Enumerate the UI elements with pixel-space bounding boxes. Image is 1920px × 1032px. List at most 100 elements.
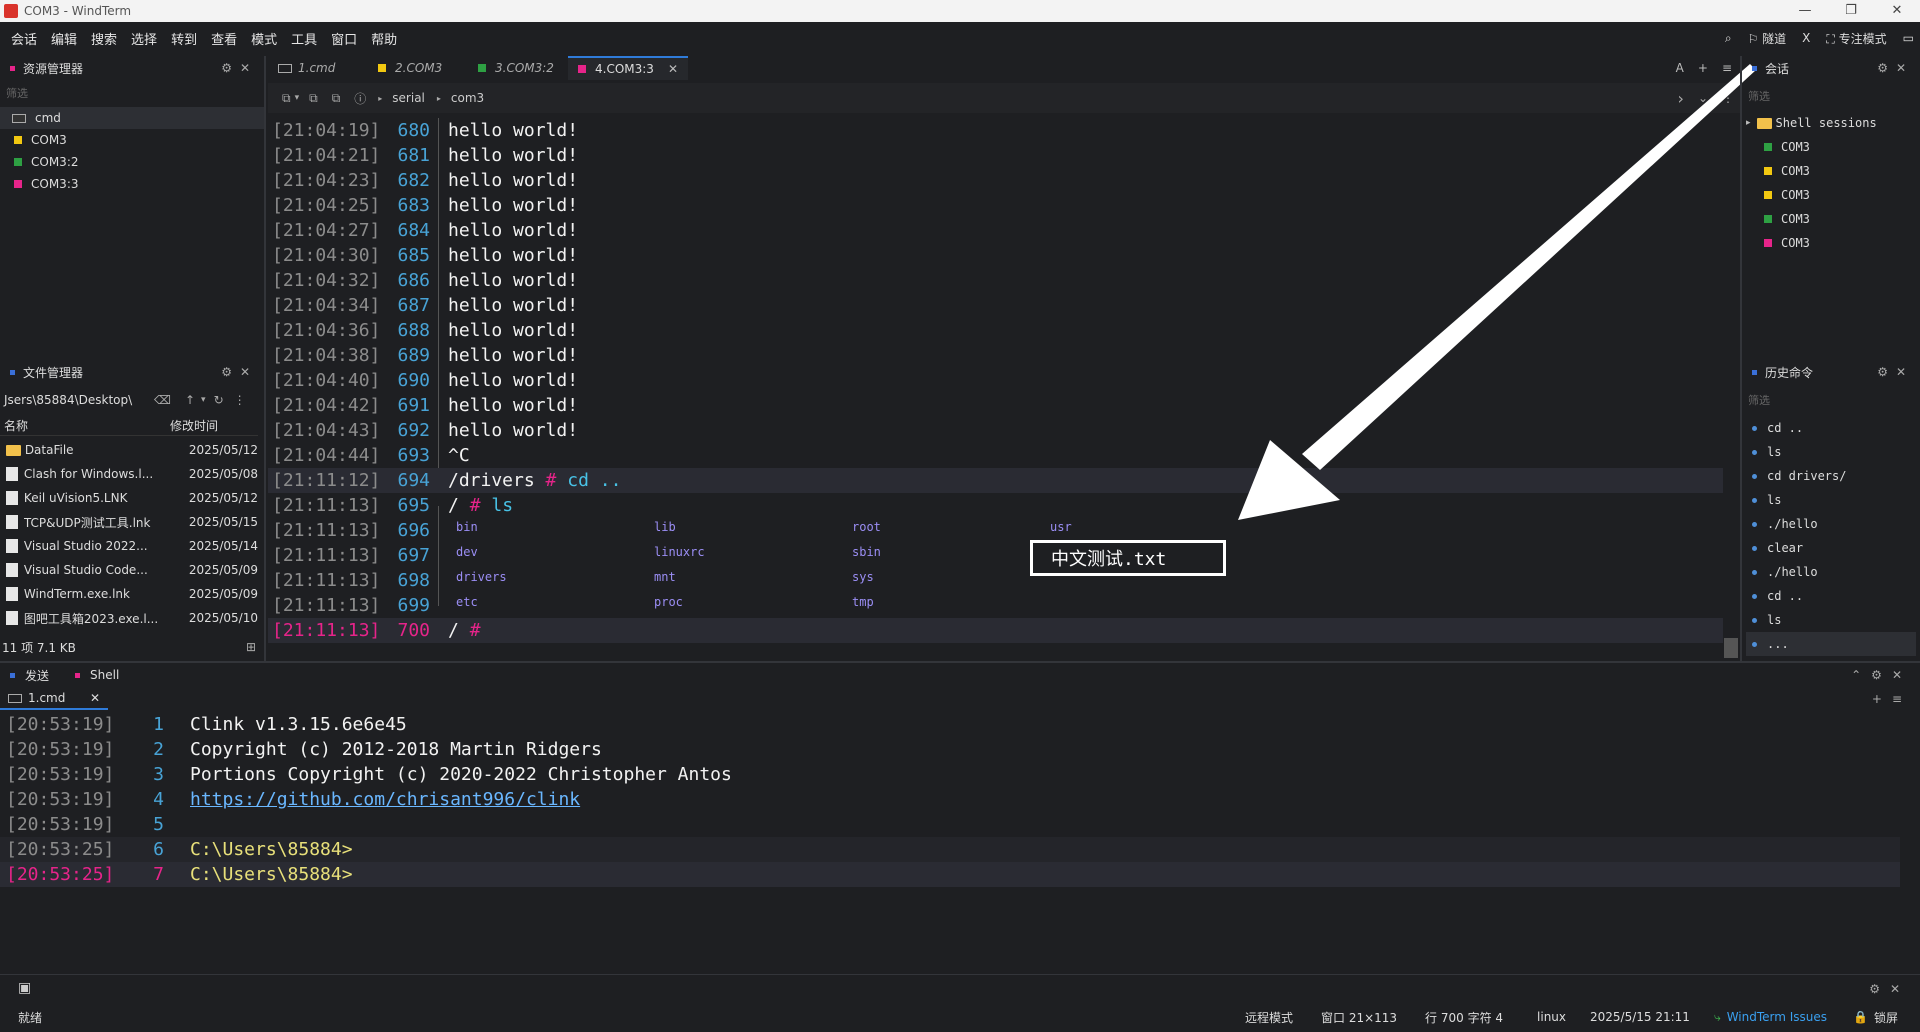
tab-send[interactable]: 发送 xyxy=(25,667,49,684)
send-panel-controls[interactable]: ⚙✕ xyxy=(1869,982,1910,996)
tunnel-button[interactable]: ⚐ 隧道 xyxy=(1748,30,1787,47)
history-item[interactable]: ls xyxy=(1746,608,1916,632)
menu-window[interactable]: 窗口 xyxy=(324,29,364,48)
menu-select[interactable]: 选择 xyxy=(124,29,164,48)
tab-shell[interactable]: Shell xyxy=(90,668,119,682)
history-item[interactable]: cd drivers/ xyxy=(1746,464,1916,488)
history-controls[interactable]: ⚙✕ xyxy=(1877,365,1914,379)
column-name[interactable]: 名称 xyxy=(0,417,170,434)
status-os: linux xyxy=(1537,1010,1567,1024)
tab-4-com3-3[interactable]: 4.COM3:3 ✕ xyxy=(568,56,688,80)
tab-3-com3-2[interactable]: 3.COM3:2 xyxy=(468,56,568,80)
right-divider[interactable] xyxy=(1740,56,1742,662)
menu-tools[interactable]: 工具 xyxy=(284,29,324,48)
shell-tab-controls[interactable]: +≡ xyxy=(1872,692,1912,706)
windterm-issues-link[interactable]: WindTerm Issues xyxy=(1727,1010,1827,1024)
ls-entry: etc xyxy=(456,595,478,609)
close-icon[interactable]: ✕ xyxy=(668,62,678,76)
history-item[interactable]: ls xyxy=(1746,440,1916,464)
session-item[interactable]: COM3 xyxy=(1764,232,1810,254)
shell-line: [20:53:19] 4 https://github.com/chrisant99… xyxy=(6,789,581,810)
file-row[interactable]: TCP&UDP测试工具.lnk 2025/05/15 xyxy=(0,510,258,534)
filemgr-controls[interactable]: ⚙✕ xyxy=(221,365,258,379)
file-row[interactable]: 图吧工具箱2023.exe.l... 2025/05/10 xyxy=(0,606,258,630)
chevron-right-icon: ▸ xyxy=(1746,118,1751,128)
close-button[interactable]: ✕ xyxy=(1874,0,1920,22)
history-item[interactable]: ./hello xyxy=(1746,512,1916,536)
shell-subtab[interactable]: 1.cmd ✕ xyxy=(0,688,108,710)
file-row[interactable]: Keil uVision5.LNK 2025/05/12 xyxy=(0,486,258,510)
left-divider[interactable] xyxy=(264,56,266,662)
menu-search[interactable]: 搜索 xyxy=(84,29,124,48)
history-item[interactable]: clear xyxy=(1746,536,1916,560)
dropdown-icon[interactable]: ▾ xyxy=(201,395,206,405)
scrollbar-thumb[interactable] xyxy=(1724,638,1738,658)
prompt-path: /drivers xyxy=(448,470,535,491)
search-icon[interactable]: ⌕ xyxy=(1725,31,1732,46)
focus-mode-button[interactable]: ⛶ 专注模式 xyxy=(1826,30,1886,47)
new-folder-icon[interactable]: ⊞ xyxy=(246,640,256,654)
ls-entry: sys xyxy=(852,570,874,584)
refresh-icon[interactable]: ↻ xyxy=(214,393,224,407)
path-segment-com3[interactable]: com3 xyxy=(451,91,484,105)
more-icon[interactable]: ⋮ xyxy=(234,393,246,407)
annotation-arrow xyxy=(1238,64,1756,520)
menu-mode[interactable]: 模式 xyxy=(244,29,284,48)
session-item[interactable]: COM3 xyxy=(1764,160,1810,182)
filemgr-path[interactable]: Jsers\85884\Desktop\ xyxy=(0,393,148,407)
session-group-shell[interactable]: ▸ Shell sessions xyxy=(1746,112,1877,134)
clear-path-icon[interactable]: ⌫ xyxy=(154,393,171,407)
history-item[interactable]: ls xyxy=(1746,488,1916,512)
tab-2-com3[interactable]: 2.COM3 xyxy=(368,56,468,80)
maximize-button[interactable]: ❐ xyxy=(1828,0,1874,22)
minimize-button[interactable]: — xyxy=(1782,0,1828,22)
history-item[interactable]: ... xyxy=(1746,632,1916,656)
file-row[interactable]: Clash for Windows.l... 2025/05/08 xyxy=(0,462,258,486)
close-icon[interactable]: ✕ xyxy=(90,691,100,705)
explorer-item-com3[interactable]: COM3 xyxy=(14,129,67,151)
shell-pane[interactable]: [20:53:19] 1 Clink v1.3.15.6e6e45 [20:53:1… xyxy=(0,712,1920,974)
send-panel-icon[interactable]: ▣ xyxy=(18,980,31,996)
history-item[interactable]: cd .. xyxy=(1746,584,1916,608)
history-item[interactable]: ./hello xyxy=(1746,560,1916,584)
path-segment-serial[interactable]: serial xyxy=(392,91,425,105)
column-time[interactable]: 修改时间 xyxy=(170,417,218,434)
duplicate-icon[interactable]: ⧉ xyxy=(309,91,318,106)
layout-icon[interactable]: ▭ xyxy=(1903,31,1914,45)
new-session-icon[interactable]: ⧉ xyxy=(282,91,291,106)
explorer-controls[interactable]: ⚙✕ xyxy=(221,61,258,75)
status-cursor-position[interactable]: 行 700 字符 4 xyxy=(1425,1009,1503,1026)
clink-link[interactable]: https://github.com/chrisant996/clink xyxy=(164,789,580,810)
bottom-controls[interactable]: ⌃⚙✕ xyxy=(1851,668,1912,682)
history-item[interactable]: cd .. xyxy=(1746,416,1916,440)
sessions-filter[interactable]: 筛选 xyxy=(1742,88,1920,104)
x-button[interactable]: X xyxy=(1802,31,1810,45)
explorer-item-cmd[interactable]: cmd xyxy=(12,107,61,129)
bullet-icon xyxy=(1752,497,1757,503)
status-remote-mode[interactable]: 远程模式 xyxy=(1245,1009,1293,1026)
file-row[interactable]: WindTerm.exe.lnk 2025/05/09 xyxy=(0,582,258,606)
session-item[interactable]: COM3 xyxy=(1764,208,1810,230)
explorer-item-com3-2[interactable]: COM3:2 xyxy=(14,151,79,173)
menu-goto[interactable]: 转到 xyxy=(164,29,204,48)
up-arrow-icon[interactable]: ↑ xyxy=(185,393,195,407)
menu-session[interactable]: 会话 xyxy=(4,29,44,48)
lock-screen-button[interactable]: 锁屏 xyxy=(1874,1009,1898,1026)
explorer-item-com3-3[interactable]: COM3:3 xyxy=(14,173,79,195)
tab-1-cmd[interactable]: 1.cmd xyxy=(268,56,368,80)
explorer-filter[interactable]: 筛选 xyxy=(0,85,264,101)
history-filter[interactable]: 筛选 xyxy=(1742,392,1920,408)
copy-icon[interactable]: ⧉ xyxy=(332,91,341,106)
menu-help[interactable]: 帮助 xyxy=(364,29,404,48)
file-row[interactable]: Visual Studio 2022... 2025/05/14 xyxy=(0,534,258,558)
menu-edit[interactable]: 编辑 xyxy=(44,29,84,48)
file-row[interactable]: Visual Studio Code... 2025/05/09 xyxy=(0,558,258,582)
file-row[interactable]: DataFile 2025/05/12 xyxy=(0,438,258,462)
info-icon[interactable]: ⓘ xyxy=(354,90,366,107)
session-item[interactable]: COM3 xyxy=(1764,136,1810,158)
menu-view[interactable]: 查看 xyxy=(204,29,244,48)
sessions-controls[interactable]: ⚙✕ xyxy=(1877,61,1914,75)
session-item[interactable]: COM3 xyxy=(1764,184,1810,206)
dropdown-icon[interactable]: ▾ xyxy=(295,93,300,103)
app-icon xyxy=(4,4,18,18)
